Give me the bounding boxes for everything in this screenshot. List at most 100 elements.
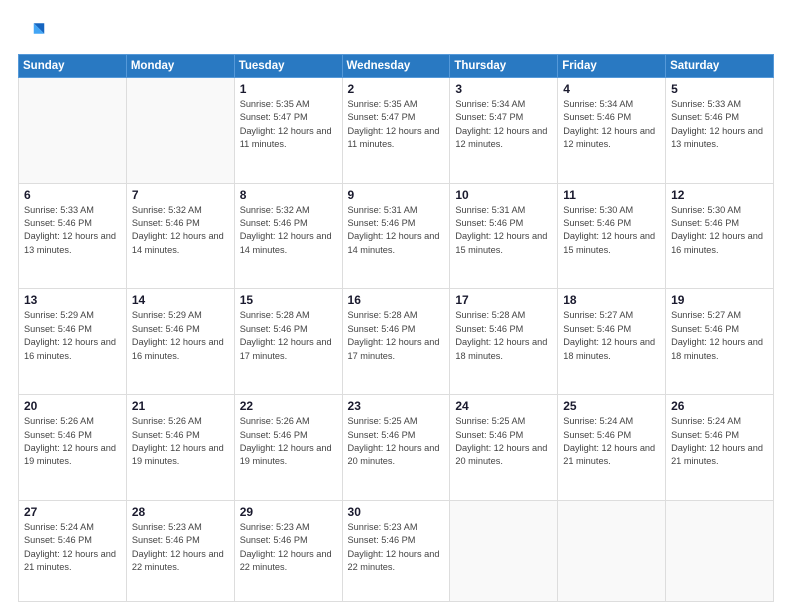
day-number: 23 [348,399,445,413]
calendar-cell: 16 Sunrise: 5:28 AMSunset: 5:46 PMDayligh… [342,289,450,395]
calendar-cell [126,78,234,184]
day-info: Sunrise: 5:28 AMSunset: 5:46 PMDaylight:… [348,309,445,362]
day-number: 8 [240,188,337,202]
calendar-cell: 18Sunrise: 5:27 AMSunset: 5:46 PMDayligh… [558,289,666,395]
calendar-cell: 7 Sunrise: 5:32 AMSunset: 5:46 PMDaylight… [126,183,234,289]
calendar-cell: 26 Sunrise: 5:24 AMSunset: 5:46 PMDayligh… [666,395,774,501]
calendar-cell: 17Sunrise: 5:28 AMSunset: 5:46 PMDayligh… [450,289,558,395]
day-info: Sunrise: 5:28 AMSunset: 5:46 PMDaylight:… [240,309,337,362]
calendar-cell: 25Sunrise: 5:24 AMSunset: 5:46 PMDayligh… [558,395,666,501]
day-number: 17 [455,293,552,307]
calendar-cell: 14 Sunrise: 5:29 AMSunset: 5:46 PMDayligh… [126,289,234,395]
calendar-cell: 30Sunrise: 5:23 AMSunset: 5:46 PMDayligh… [342,500,450,601]
day-info: Sunrise: 5:29 AMSunset: 5:46 PMDaylight:… [24,309,121,362]
day-info: Sunrise: 5:24 AMSunset: 5:46 PMDaylight:… [671,415,768,468]
day-number: 28 [132,505,229,519]
calendar-cell [19,78,127,184]
calendar-cell [666,500,774,601]
week-row-5: 27 Sunrise: 5:24 AMSunset: 5:46 PMDayligh… [19,500,774,601]
logo-icon [18,18,46,46]
logo [18,18,50,46]
calendar-cell: 6 Sunrise: 5:33 AMSunset: 5:46 PMDaylight… [19,183,127,289]
day-number: 1 [240,82,337,96]
day-info: Sunrise: 5:32 AMSunset: 5:46 PMDaylight:… [240,204,337,257]
calendar-cell: 15 Sunrise: 5:28 AMSunset: 5:46 PMDayligh… [234,289,342,395]
calendar-cell: 2Sunrise: 5:35 AMSunset: 5:47 PMDaylight… [342,78,450,184]
day-number: 3 [455,82,552,96]
calendar-cell: 19 Sunrise: 5:27 AMSunset: 5:46 PMDayligh… [666,289,774,395]
day-info: Sunrise: 5:34 AMSunset: 5:46 PMDaylight:… [563,98,660,151]
day-number: 5 [671,82,768,96]
week-row-2: 6 Sunrise: 5:33 AMSunset: 5:46 PMDaylight… [19,183,774,289]
day-number: 26 [671,399,768,413]
day-number: 13 [24,293,121,307]
day-info: Sunrise: 5:30 AMSunset: 5:46 PMDaylight:… [671,204,768,257]
week-row-4: 20 Sunrise: 5:26 AMSunset: 5:46 PMDayligh… [19,395,774,501]
weekday-header-sunday: Sunday [19,55,127,78]
day-info: Sunrise: 5:35 AMSunset: 5:47 PMDaylight:… [348,98,445,151]
day-info: Sunrise: 5:23 AMSunset: 5:46 PMDaylight:… [348,521,445,574]
day-info: Sunrise: 5:26 AMSunset: 5:46 PMDaylight:… [240,415,337,468]
calendar-cell: 11 Sunrise: 5:30 AMSunset: 5:46 PMDayligh… [558,183,666,289]
calendar-cell [450,500,558,601]
weekday-header-monday: Monday [126,55,234,78]
weekday-header-tuesday: Tuesday [234,55,342,78]
week-row-1: 1 Sunrise: 5:35 AMSunset: 5:47 PMDaylight… [19,78,774,184]
weekday-header-thursday: Thursday [450,55,558,78]
calendar-cell: 28 Sunrise: 5:23 AMSunset: 5:46 PMDayligh… [126,500,234,601]
day-info: Sunrise: 5:29 AMSunset: 5:46 PMDaylight:… [132,309,229,362]
calendar-cell: 20 Sunrise: 5:26 AMSunset: 5:46 PMDayligh… [19,395,127,501]
day-info: Sunrise: 5:27 AMSunset: 5:46 PMDaylight:… [671,309,768,362]
calendar-cell: 10Sunrise: 5:31 AMSunset: 5:46 PMDayligh… [450,183,558,289]
day-number: 24 [455,399,552,413]
day-info: Sunrise: 5:34 AMSunset: 5:47 PMDaylight:… [455,98,552,151]
day-number: 7 [132,188,229,202]
day-number: 20 [24,399,121,413]
day-number: 12 [671,188,768,202]
calendar-cell: 8 Sunrise: 5:32 AMSunset: 5:46 PMDaylight… [234,183,342,289]
day-number: 9 [348,188,445,202]
day-number: 29 [240,505,337,519]
page: SundayMondayTuesdayWednesdayThursdayFrid… [0,0,792,612]
weekday-header-row: SundayMondayTuesdayWednesdayThursdayFrid… [19,55,774,78]
weekday-header-saturday: Saturday [666,55,774,78]
day-number: 10 [455,188,552,202]
calendar-cell: 29Sunrise: 5:23 AMSunset: 5:46 PMDayligh… [234,500,342,601]
day-info: Sunrise: 5:33 AMSunset: 5:46 PMDaylight:… [24,204,121,257]
calendar-cell: 5 Sunrise: 5:33 AMSunset: 5:46 PMDaylight… [666,78,774,184]
week-row-3: 13 Sunrise: 5:29 AMSunset: 5:46 PMDayligh… [19,289,774,395]
day-number: 15 [240,293,337,307]
day-info: Sunrise: 5:25 AMSunset: 5:46 PMDaylight:… [348,415,445,468]
calendar-cell: 27 Sunrise: 5:24 AMSunset: 5:46 PMDayligh… [19,500,127,601]
calendar-cell: 24 Sunrise: 5:25 AMSunset: 5:46 PMDayligh… [450,395,558,501]
calendar-cell: 9 Sunrise: 5:31 AMSunset: 5:46 PMDaylight… [342,183,450,289]
calendar-cell: 23 Sunrise: 5:25 AMSunset: 5:46 PMDayligh… [342,395,450,501]
calendar-table: SundayMondayTuesdayWednesdayThursdayFrid… [18,54,774,602]
day-info: Sunrise: 5:33 AMSunset: 5:46 PMDaylight:… [671,98,768,151]
day-number: 6 [24,188,121,202]
day-number: 27 [24,505,121,519]
calendar-cell [558,500,666,601]
calendar-cell: 22 Sunrise: 5:26 AMSunset: 5:46 PMDayligh… [234,395,342,501]
day-number: 22 [240,399,337,413]
day-number: 4 [563,82,660,96]
calendar-cell: 21Sunrise: 5:26 AMSunset: 5:46 PMDayligh… [126,395,234,501]
day-number: 11 [563,188,660,202]
day-number: 18 [563,293,660,307]
day-number: 25 [563,399,660,413]
day-info: Sunrise: 5:26 AMSunset: 5:46 PMDaylight:… [24,415,121,468]
day-info: Sunrise: 5:24 AMSunset: 5:46 PMDaylight:… [24,521,121,574]
day-info: Sunrise: 5:32 AMSunset: 5:46 PMDaylight:… [132,204,229,257]
day-info: Sunrise: 5:31 AMSunset: 5:46 PMDaylight:… [348,204,445,257]
day-info: Sunrise: 5:30 AMSunset: 5:46 PMDaylight:… [563,204,660,257]
day-number: 14 [132,293,229,307]
day-info: Sunrise: 5:25 AMSunset: 5:46 PMDaylight:… [455,415,552,468]
header [18,18,774,46]
day-number: 21 [132,399,229,413]
day-number: 16 [348,293,445,307]
day-number: 19 [671,293,768,307]
weekday-header-wednesday: Wednesday [342,55,450,78]
weekday-header-friday: Friday [558,55,666,78]
day-info: Sunrise: 5:23 AMSunset: 5:46 PMDaylight:… [132,521,229,574]
calendar-cell: 3 Sunrise: 5:34 AMSunset: 5:47 PMDaylight… [450,78,558,184]
